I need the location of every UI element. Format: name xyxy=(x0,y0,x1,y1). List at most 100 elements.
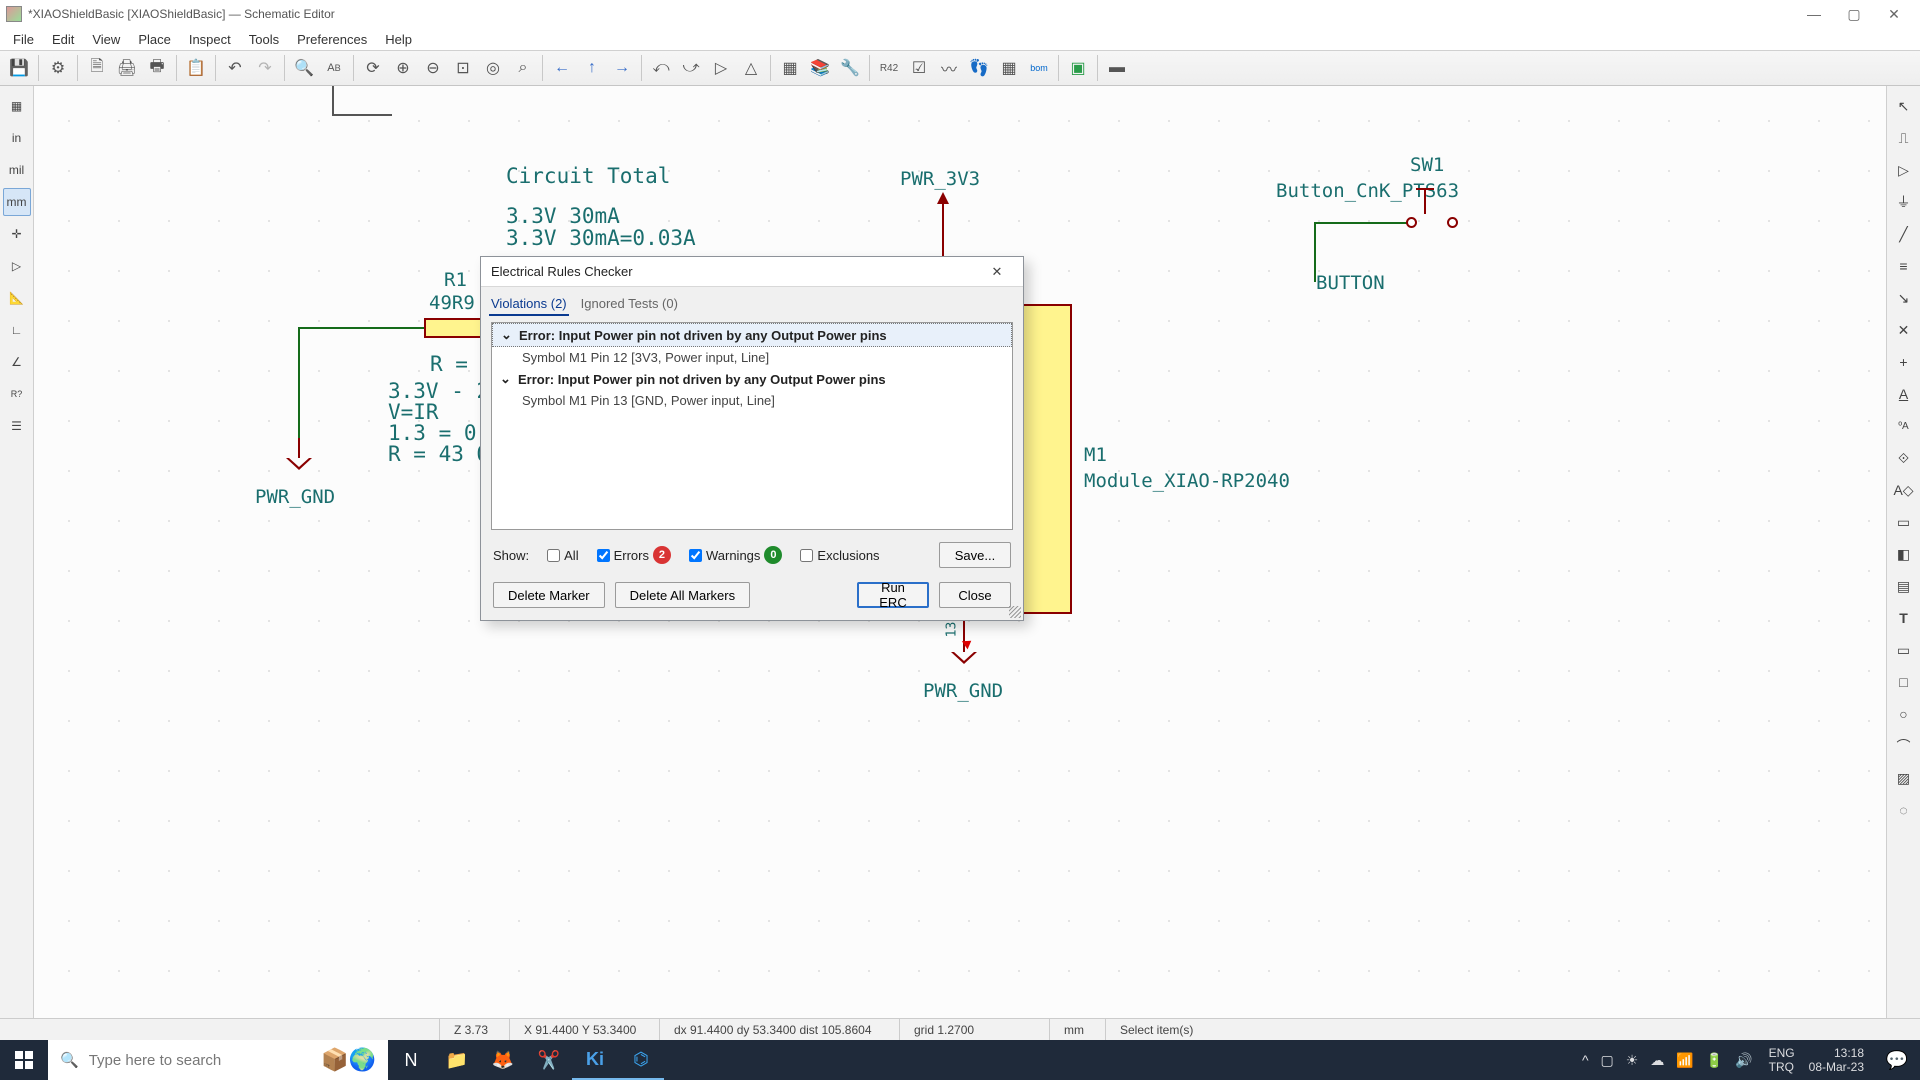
chevron-down-icon[interactable]: ⌄ xyxy=(500,371,512,387)
run-erc-button[interactable]: Run ERC xyxy=(857,582,929,608)
add-wire-icon[interactable]: ╱ xyxy=(1890,220,1918,248)
plot-icon[interactable]: 🖶 xyxy=(144,55,170,81)
filter-errors-checkbox[interactable] xyxy=(597,549,610,562)
arc-icon[interactable]: ⌒ xyxy=(1890,732,1918,760)
footprint-assign-icon[interactable]: 🔧 xyxy=(837,55,863,81)
sheet-pin-icon[interactable]: ◧ xyxy=(1890,540,1918,568)
unit-in[interactable]: in xyxy=(3,124,31,152)
notifications-icon[interactable]: 💬 xyxy=(1874,1040,1920,1080)
annotate-icon[interactable]: R42 xyxy=(876,55,902,81)
assign-footprints-icon[interactable]: 👣 xyxy=(966,55,992,81)
bom-icon[interactable]: bom xyxy=(1026,55,1052,81)
resize-grip-icon[interactable] xyxy=(1009,606,1021,618)
nav-back-icon[interactable]: ← xyxy=(549,55,575,81)
filter-exclusions[interactable]: Exclusions xyxy=(800,548,879,563)
schematic-canvas[interactable]: Circuit Total 3.3V 30mA 3.3V 30mA=0.03A … xyxy=(34,86,1886,1018)
menu-place[interactable]: Place xyxy=(129,30,180,49)
task-kicad-icon[interactable]: Ki xyxy=(572,1040,618,1080)
taskbar-search[interactable]: 🔍 Type here to search 📦🌍 xyxy=(48,1040,388,1080)
filter-warnings[interactable]: Warnings 0 xyxy=(689,546,782,564)
hier-sheet-icon[interactable]: ▤ xyxy=(1890,572,1918,600)
add-power-icon[interactable]: ⏚ xyxy=(1890,188,1918,216)
refresh-icon[interactable]: ⟳ xyxy=(360,55,386,81)
mirror-h-icon[interactable]: ▷ xyxy=(708,55,734,81)
browse-symbols-icon[interactable]: 📚 xyxy=(807,55,833,81)
schematic-setup-icon[interactable]: ⚙ xyxy=(45,55,71,81)
tray-chevron-up-icon[interactable]: ^ xyxy=(1576,1052,1595,1068)
delete-marker-button[interactable]: Delete Marker xyxy=(493,582,605,608)
system-tray[interactable]: ^ ▢ ☀ ☁ 📶 🔋 🔊 xyxy=(1576,1040,1759,1080)
textbox-icon[interactable]: ▭ xyxy=(1890,636,1918,664)
filter-errors[interactable]: Errors 2 xyxy=(597,546,671,564)
unit-mm[interactable]: mm xyxy=(3,188,31,216)
hier-label-icon[interactable]: A◇ xyxy=(1890,476,1918,504)
tray-volume-icon[interactable]: 🔊 xyxy=(1729,1052,1758,1069)
page-settings-icon[interactable]: 🗎 xyxy=(84,55,110,81)
paste-icon[interactable]: 📋 xyxy=(183,55,209,81)
erc-icon[interactable]: ☑ xyxy=(906,55,932,81)
violation-2[interactable]: ⌄ Error: Input Power pin not driven by a… xyxy=(492,368,1012,390)
tray-wifi-icon[interactable]: 📶 xyxy=(1670,1052,1699,1069)
minimize-button[interactable]: — xyxy=(1794,1,1834,27)
tray-weather-icon[interactable]: ☀ xyxy=(1620,1052,1645,1069)
tab-ignored[interactable]: Ignored Tests (0) xyxy=(579,293,680,316)
menu-file[interactable]: File xyxy=(4,30,43,49)
image-icon[interactable]: ▨ xyxy=(1890,764,1918,792)
resistor-r1[interactable] xyxy=(424,318,484,338)
close-dialog-button[interactable]: Close xyxy=(939,582,1011,608)
hierarchy-icon[interactable]: ☰ xyxy=(3,412,31,440)
save-report-button[interactable]: Save... xyxy=(939,542,1011,568)
zoom-object-icon[interactable]: ◎ xyxy=(480,55,506,81)
menu-tools[interactable]: Tools xyxy=(240,30,288,49)
text-icon[interactable]: T xyxy=(1890,604,1918,632)
chevron-down-icon[interactable]: ⌄ xyxy=(501,327,513,343)
find-replace-icon[interactable]: AB xyxy=(321,55,347,81)
filter-warnings-checkbox[interactable] xyxy=(689,549,702,562)
menu-inspect[interactable]: Inspect xyxy=(180,30,240,49)
edit-fields-icon[interactable]: ▦ xyxy=(996,55,1022,81)
erc-close-x-icon[interactable]: ✕ xyxy=(981,260,1013,284)
filter-all-checkbox[interactable] xyxy=(547,549,560,562)
zoom-selection-icon[interactable]: ⌕ xyxy=(510,55,536,81)
taskbar-lang-clock[interactable]: ENG TRQ 13:18 08-Mar-23 xyxy=(1759,1046,1874,1074)
tray-meet-now-icon[interactable]: ▢ xyxy=(1595,1052,1620,1069)
highlight-net-icon[interactable]: ⎍ xyxy=(1890,124,1918,152)
violations-list[interactable]: ⌄ Error: Input Power pin not driven by a… xyxy=(491,322,1013,530)
ortho-icon[interactable]: ∟ xyxy=(3,316,31,344)
delete-icon[interactable]: ◌ xyxy=(1890,796,1918,824)
tab-violations[interactable]: Violations (2) xyxy=(489,293,569,316)
violation-1[interactable]: ⌄ Error: Input Power pin not driven by a… xyxy=(492,323,1012,347)
nav-fwd-icon[interactable]: → xyxy=(609,55,635,81)
annotate-tool-icon[interactable]: R? xyxy=(3,380,31,408)
add-bus-icon[interactable]: ≡ xyxy=(1890,252,1918,280)
tray-battery-icon[interactable]: 🔋 xyxy=(1700,1052,1729,1069)
simulator-icon[interactable]: 〰 xyxy=(936,55,962,81)
sheet-icon[interactable]: ▭ xyxy=(1890,508,1918,536)
mirror-v-icon[interactable]: △ xyxy=(738,55,764,81)
find-icon[interactable]: 🔍 xyxy=(291,55,317,81)
close-window-button[interactable]: ✕ xyxy=(1874,1,1914,27)
rect-icon[interactable]: □ xyxy=(1890,668,1918,696)
task-notion-icon[interactable]: N xyxy=(388,1040,434,1080)
task-vscode-icon[interactable]: ⌬ xyxy=(618,1040,664,1080)
net-label-icon[interactable]: A xyxy=(1890,380,1918,408)
start-button[interactable] xyxy=(0,1040,48,1080)
menu-help[interactable]: Help xyxy=(376,30,421,49)
grid-toggle-icon[interactable]: ▦ xyxy=(3,92,31,120)
filter-all[interactable]: All xyxy=(547,548,578,563)
redo-icon[interactable]: ↷ xyxy=(252,55,278,81)
filter-exclusions-checkbox[interactable] xyxy=(800,549,813,562)
print-icon[interactable]: 🖨 xyxy=(114,55,140,81)
global-label-icon[interactable]: ⟐ xyxy=(1890,444,1918,472)
no-connect-icon[interactable]: ✕ xyxy=(1890,316,1918,344)
select-tool-icon[interactable]: ↖ xyxy=(1890,92,1918,120)
menu-view[interactable]: View xyxy=(83,30,129,49)
menu-preferences[interactable]: Preferences xyxy=(288,30,376,49)
tray-onedrive-icon[interactable]: ☁ xyxy=(1644,1052,1670,1069)
circle-icon[interactable]: ○ xyxy=(1890,700,1918,728)
zoom-fit-icon[interactable]: ⊡ xyxy=(450,55,476,81)
free-angle-icon[interactable]: 📐 xyxy=(3,284,31,312)
bus-entry-icon[interactable]: ↘ xyxy=(1890,284,1918,312)
junction-icon[interactable]: + xyxy=(1890,348,1918,376)
rotate-cw-icon[interactable]: ⤻ xyxy=(678,55,704,81)
